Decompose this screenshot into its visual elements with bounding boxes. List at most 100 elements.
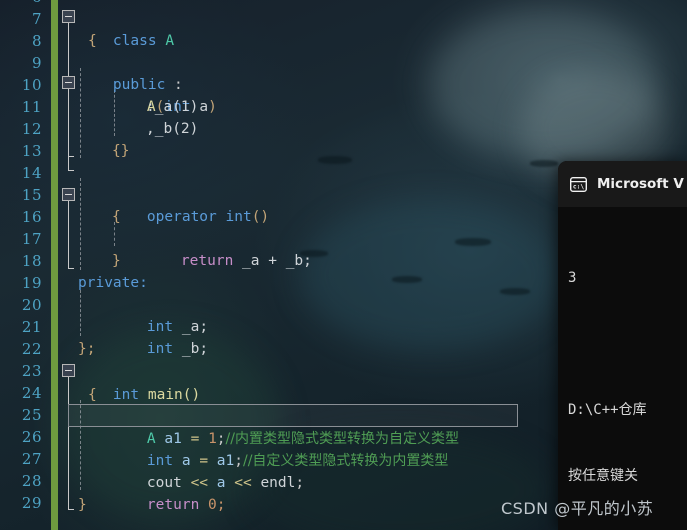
token-keyword: int	[225, 209, 252, 225]
line-number: 14	[21, 164, 42, 182]
svg-text:c:\: c:\	[573, 183, 584, 190]
code-line[interactable]: {	[88, 30, 97, 52]
token-brace: }	[112, 253, 121, 269]
fold-toggle-main[interactable]	[62, 364, 75, 377]
fold-guide	[68, 377, 74, 510]
token-keyword: class	[112, 33, 157, 49]
code-line[interactable]: }	[78, 494, 87, 516]
code-line[interactable]: {	[112, 206, 121, 228]
wallpaper-fish	[500, 288, 530, 295]
line-number: 18	[21, 252, 42, 270]
console-output[interactable]: 3 D:\C++仓库 按任意键关	[558, 207, 687, 530]
token-stream-manip: endl	[260, 475, 296, 491]
line-number: 29	[21, 494, 42, 512]
console-output-path: D:\C++仓库	[568, 402, 647, 418]
fold-guide	[68, 89, 74, 157]
fold-guide	[68, 201, 74, 269]
watermark: CSDN @平凡的小苏	[501, 499, 654, 518]
line-number: 9	[31, 54, 42, 72]
code-line[interactable]: return _a + _b;	[146, 228, 312, 294]
fold-toggle-ctor[interactable]	[62, 76, 75, 89]
line-number: 16	[21, 208, 42, 226]
debug-console-window[interactable]: c:\ Microsoft V 3 D:\C++仓库 按任意键关	[558, 161, 687, 530]
token-brace: {	[88, 33, 97, 49]
line-number: 23	[21, 362, 42, 380]
line-number: 13	[21, 142, 42, 160]
token-init-list: ,_b(2)	[146, 121, 199, 137]
code-line[interactable]: {}	[112, 140, 129, 162]
line-number-gutter: 6 7 8 9 10 11 12 13 14 15 16 17 18 19 20…	[0, 0, 50, 530]
token-identifier: a	[199, 99, 209, 115]
change-indicator-bar	[51, 0, 58, 530]
indent-guide	[80, 178, 81, 270]
console-cmd-icon: c:\	[569, 176, 588, 192]
wallpaper-blob	[430, 10, 660, 160]
code-line[interactable]: {	[88, 384, 97, 406]
token-operator: <<	[234, 475, 252, 491]
token-paren: )	[208, 99, 217, 115]
token-type: A	[165, 33, 175, 49]
code-line[interactable]: };	[78, 338, 95, 360]
line-number: 25	[21, 406, 42, 424]
console-output-prompt: 按任意键关	[568, 468, 638, 484]
token-brace: {	[112, 209, 121, 225]
line-number: 24	[21, 384, 42, 402]
token-keyword: int	[146, 341, 174, 357]
fold-toggle-op[interactable]	[62, 188, 75, 201]
line-number: 8	[31, 32, 42, 50]
line-number: 22	[21, 340, 42, 358]
code-line[interactable]: private:	[78, 272, 148, 294]
line-number: 6	[32, 0, 42, 8]
token-member: _b;	[181, 341, 209, 357]
line-number: 7	[31, 10, 42, 28]
token-keyword: private:	[78, 275, 148, 291]
fold-guide	[68, 23, 69, 77]
token-init-list: :_a(1)	[146, 99, 199, 115]
console-title-text: Microsoft V	[597, 176, 684, 192]
token-class-end: };	[78, 341, 96, 357]
token-keyword: int	[112, 387, 140, 403]
fold-guide	[68, 155, 74, 171]
wallpaper-fish	[530, 160, 558, 167]
line-number: 26	[21, 428, 42, 446]
token-number: 0;	[208, 497, 226, 513]
code-line[interactable]: }	[112, 250, 121, 272]
token-expression: _a + _b;	[242, 253, 312, 269]
token-function: main()	[147, 387, 201, 403]
wallpaper-blob	[300, 200, 560, 350]
line-number: 21	[21, 318, 42, 336]
code-line[interactable]: return 0;	[112, 472, 226, 530]
console-output-value: 3	[568, 270, 577, 286]
code-line[interactable]: :_a(1)	[146, 96, 198, 118]
token-control: return	[180, 253, 234, 269]
token-brace: }	[78, 497, 87, 513]
line-number: 17	[21, 230, 42, 248]
wallpaper-fish	[455, 238, 491, 246]
line-number: 15	[21, 186, 42, 204]
fold-toggle-class[interactable]	[62, 10, 75, 23]
line-number: 28	[21, 472, 42, 490]
token-keyword: operator	[146, 209, 217, 225]
token-paren: ()	[251, 209, 270, 225]
console-titlebar[interactable]: c:\ Microsoft V	[558, 161, 687, 207]
line-number: 10	[21, 76, 42, 94]
line-number: 19	[21, 274, 42, 292]
line-number: 27	[21, 450, 42, 468]
token-empty-body: {}	[112, 143, 130, 159]
line-number: 11	[21, 98, 42, 116]
code-line[interactable]: ,_b(2)	[146, 118, 198, 140]
token-semicolon: ;	[295, 475, 305, 491]
token-brace: {	[88, 387, 97, 403]
wallpaper-fish	[318, 156, 352, 164]
line-number: 12	[21, 120, 42, 138]
indent-guide	[80, 290, 81, 336]
token-control: return	[146, 497, 200, 513]
